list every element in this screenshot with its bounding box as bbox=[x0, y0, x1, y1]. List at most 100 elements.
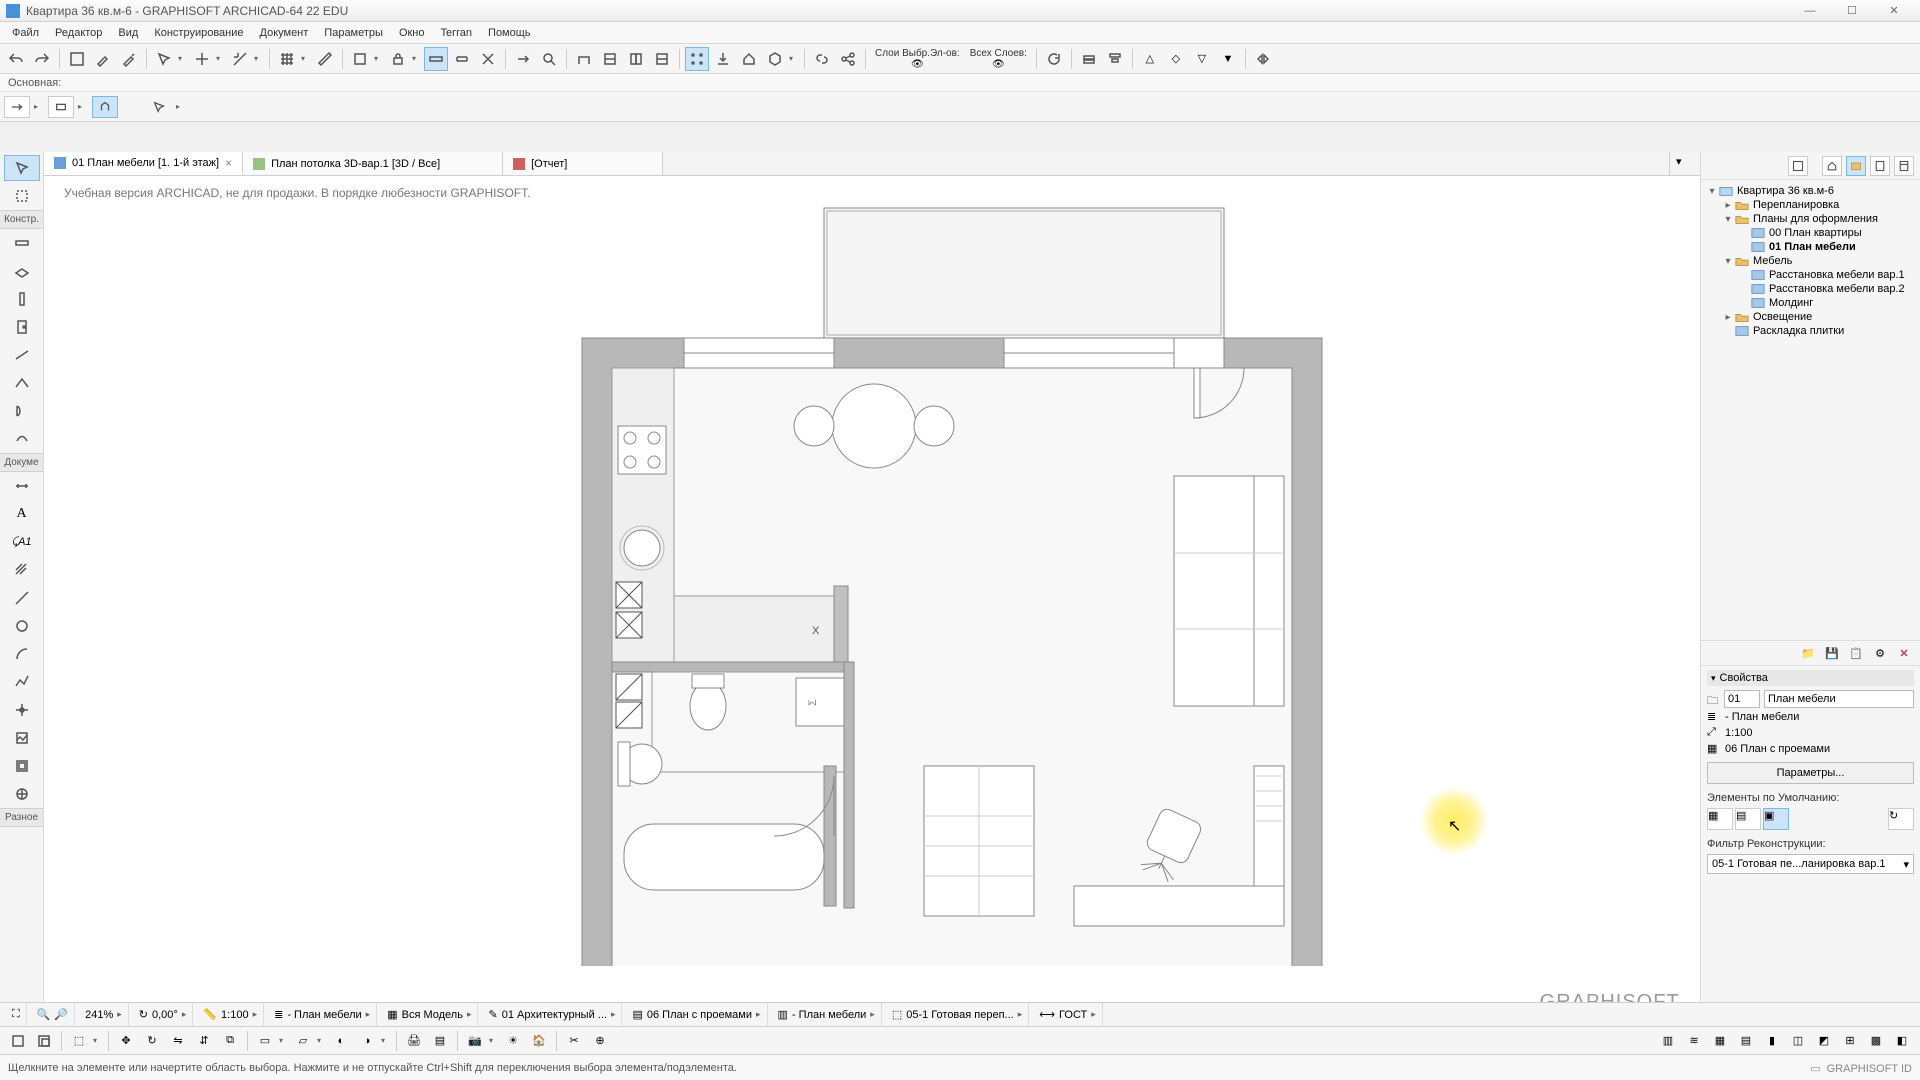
tab-report[interactable]: [Отчет] bbox=[503, 152, 663, 175]
tree-root[interactable]: ▾ Квартира 36 кв.м-6 bbox=[1703, 184, 1918, 198]
r-9[interactable]: ▩ bbox=[1864, 1029, 1888, 1053]
nav-layout-icon[interactable] bbox=[1870, 156, 1890, 176]
drawing-canvas[interactable]: Учебная версия ARCHICAD, не для продажи.… bbox=[44, 176, 1700, 1026]
edit-b[interactable]: ▱ bbox=[291, 1029, 315, 1053]
beam-tool[interactable] bbox=[4, 342, 40, 368]
layer-combo-status[interactable]: - План мебели bbox=[287, 1009, 361, 1021]
zoom-in-icon[interactable]: 🔎 bbox=[54, 1008, 68, 1021]
parameters-button[interactable]: Параметры... bbox=[1707, 762, 1914, 784]
dropdown-icon[interactable]: ▾ bbox=[412, 54, 422, 63]
tree-furniture[interactable]: ▾ Мебель bbox=[1703, 254, 1918, 268]
tab-plan-furniture[interactable]: 01 План мебели [1. 1-й этаж] × bbox=[44, 152, 243, 175]
close-icon[interactable]: × bbox=[225, 156, 232, 170]
share-button[interactable] bbox=[836, 47, 860, 71]
r-5[interactable]: ▮ bbox=[1760, 1029, 1784, 1053]
r-2[interactable]: ≋ bbox=[1682, 1029, 1706, 1053]
go-status[interactable]: - План мебели bbox=[792, 1009, 866, 1021]
fit-icon[interactable]: ⛶ bbox=[12, 1008, 20, 1021]
snap-guide-button[interactable] bbox=[228, 47, 252, 71]
arrow-tool[interactable] bbox=[4, 155, 40, 181]
edit-a[interactable]: ▭ bbox=[253, 1029, 277, 1053]
sun-icon[interactable]: ☀ bbox=[501, 1029, 525, 1053]
reno-status[interactable]: 05-1 Готовая переп... bbox=[906, 1009, 1014, 1021]
arc-tool[interactable] bbox=[4, 641, 40, 667]
ruler-toggle[interactable] bbox=[424, 47, 448, 71]
dropdown-icon[interactable]: ▾ bbox=[178, 54, 188, 63]
menu-help[interactable]: Помощь bbox=[480, 25, 539, 41]
default-mode-1[interactable]: ▦ bbox=[1707, 808, 1733, 830]
menu-document[interactable]: Документ bbox=[252, 25, 317, 41]
text-tool[interactable]: A bbox=[4, 501, 40, 527]
tree-furn-v2[interactable]: Расстановка мебели вар.2 bbox=[1703, 282, 1918, 296]
inject-button[interactable] bbox=[117, 47, 141, 71]
navigator-tree[interactable]: ▾ Квартира 36 кв.м-6 ▸ Перепланировка ▾ … bbox=[1701, 180, 1920, 640]
tri-down-icon[interactable]: ▽ bbox=[1190, 47, 1214, 71]
dropdown-icon[interactable]: ▾ bbox=[301, 54, 311, 63]
circle-tool[interactable] bbox=[4, 613, 40, 639]
morph-tool[interactable] bbox=[4, 426, 40, 452]
qo-btn-1[interactable] bbox=[4, 96, 30, 118]
multiply-icon[interactable]: ⧉ bbox=[218, 1029, 242, 1053]
qo-btn-3-active[interactable] bbox=[92, 96, 118, 118]
view-name-input[interactable] bbox=[1764, 690, 1914, 708]
snap-intersection-button[interactable] bbox=[190, 47, 214, 71]
expand-button[interactable] bbox=[1251, 47, 1275, 71]
trace-button[interactable] bbox=[348, 47, 372, 71]
door-tool[interactable] bbox=[4, 314, 40, 340]
default-mode-refresh[interactable]: ↻ bbox=[1888, 808, 1914, 830]
edit-d[interactable]: ◑ bbox=[355, 1029, 379, 1053]
tab-3d-ceiling[interactable]: План потолка 3D-вар.1 [3D / Все] bbox=[243, 152, 503, 175]
menu-terrain[interactable]: Teгran bbox=[433, 25, 481, 41]
mirror-icon[interactable]: ⇋ bbox=[166, 1029, 190, 1053]
figure-tool[interactable] bbox=[4, 725, 40, 751]
penset-status[interactable]: 01 Архитектурный ... bbox=[502, 1009, 607, 1021]
new-folder-icon[interactable]: 📁 bbox=[1798, 643, 1818, 663]
explode-icon[interactable]: ✂ bbox=[562, 1029, 586, 1053]
tri-filled-icon[interactable]: ▼ bbox=[1216, 47, 1240, 71]
tree-plans-design[interactable]: ▾ Планы для оформления bbox=[1703, 212, 1918, 226]
fill-tool[interactable] bbox=[4, 557, 40, 583]
eyedropper-button[interactable] bbox=[91, 47, 115, 71]
gravity-button[interactable] bbox=[711, 47, 735, 71]
lock-button[interactable] bbox=[386, 47, 410, 71]
r-4[interactable]: ▤ bbox=[1734, 1029, 1758, 1053]
tree-plan-01-selected[interactable]: 01 План мебели bbox=[1703, 240, 1918, 254]
view-id-input[interactable] bbox=[1724, 690, 1760, 708]
menu-design[interactable]: Конструирование bbox=[146, 25, 251, 41]
tri-mid-icon[interactable]: ◇ bbox=[1164, 47, 1188, 71]
dropdown-icon[interactable]: ▾ bbox=[789, 54, 799, 63]
recon-filter-select[interactable]: 05-1 Готовая пе...ланировка вар.1▾ bbox=[1707, 854, 1914, 874]
zoom-value[interactable]: 241% bbox=[85, 1009, 113, 1021]
sel-3[interactable]: ⬚ bbox=[67, 1029, 91, 1053]
qo-btn-2[interactable] bbox=[48, 96, 74, 118]
minimize-button[interactable]: — bbox=[1790, 2, 1830, 20]
nav-publisher-icon[interactable] bbox=[1894, 156, 1914, 176]
sel-2[interactable] bbox=[32, 1029, 56, 1053]
rotate-icon[interactable]: ↻ bbox=[139, 1008, 148, 1021]
save-view-icon[interactable]: 💾 bbox=[1822, 643, 1842, 663]
suspend-button[interactable] bbox=[511, 47, 535, 71]
snap-grid-toggle[interactable] bbox=[685, 47, 709, 71]
tree-plan-00[interactable]: 00 План квартиры bbox=[1703, 226, 1918, 240]
refresh-button[interactable] bbox=[1042, 47, 1066, 71]
section-tool[interactable] bbox=[4, 781, 40, 807]
camera-icon[interactable]: 📷 bbox=[463, 1029, 487, 1053]
elevate-icon[interactable]: ⇵ bbox=[192, 1029, 216, 1053]
tree-furn-v1[interactable]: Расстановка мебели вар.1 bbox=[1703, 268, 1918, 282]
dropdown-icon[interactable]: ▾ bbox=[216, 54, 226, 63]
redo-button[interactable] bbox=[30, 47, 54, 71]
drawing-tool[interactable] bbox=[4, 753, 40, 779]
tool-b[interactable] bbox=[598, 47, 622, 71]
default-mode-3[interactable]: ▣ bbox=[1763, 808, 1789, 830]
3d-button[interactable] bbox=[763, 47, 787, 71]
roof-tool[interactable] bbox=[4, 370, 40, 396]
polyline-tool[interactable] bbox=[4, 669, 40, 695]
edit-c[interactable]: ◐ bbox=[329, 1029, 353, 1053]
layout-icon[interactable]: ▤ bbox=[428, 1029, 452, 1053]
default-mode-2[interactable]: ▤ bbox=[1735, 808, 1761, 830]
house-icon[interactable]: 🏠 bbox=[527, 1029, 551, 1053]
menu-edit[interactable]: Редактор bbox=[47, 25, 110, 41]
menu-view[interactable]: Вид bbox=[110, 25, 146, 41]
properties-header[interactable]: ▾Свойства bbox=[1707, 670, 1914, 686]
graphisoft-id[interactable]: ▭GRAPHISOFT ID bbox=[1810, 1061, 1912, 1075]
